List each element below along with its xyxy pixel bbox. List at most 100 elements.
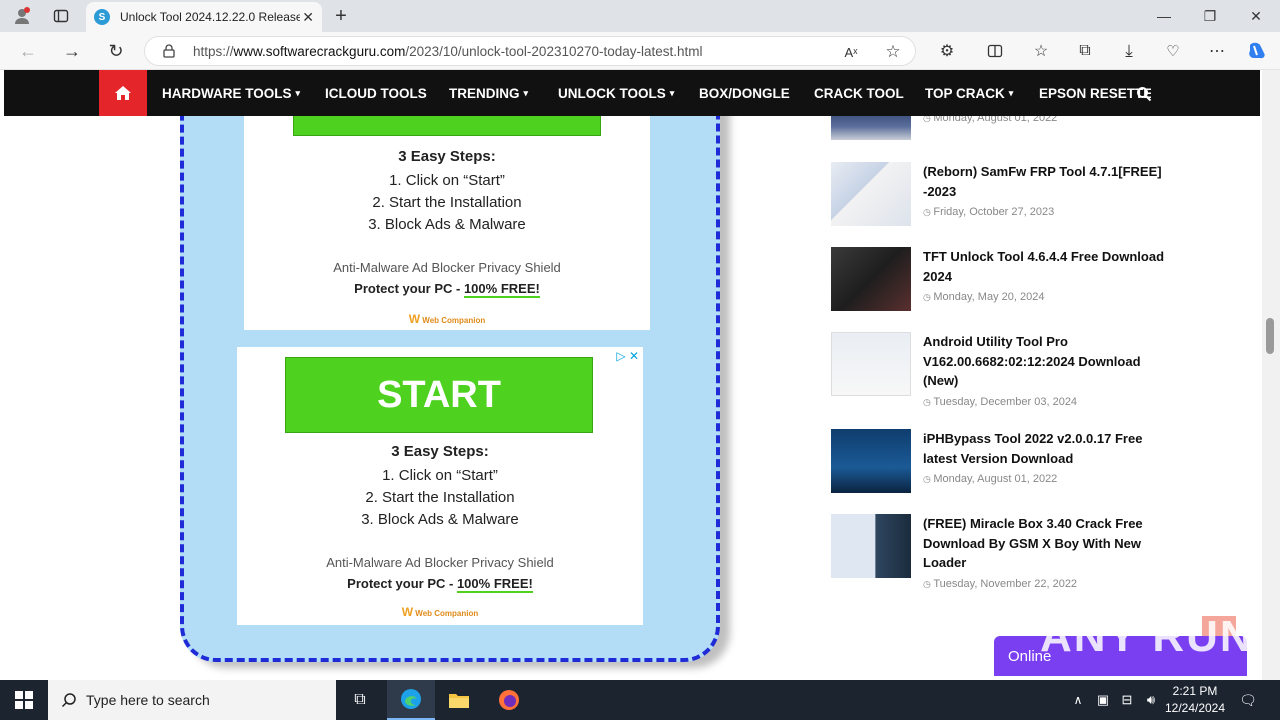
web-companion-logo-icon: W	[401, 605, 414, 619]
site-favicon-icon: S	[94, 9, 110, 25]
nav-icloud-tools[interactable]: ICLOUD TOOLS	[325, 70, 427, 116]
ad-step: 3. Block Ads & Malware	[368, 216, 526, 233]
profile-icon[interactable]	[10, 6, 34, 26]
ad-banner-2[interactable]: ▷ ✕ START 3 Easy Steps: 1. Click on “Sta…	[237, 347, 643, 625]
more-menu-icon[interactable]: ⋯	[1206, 40, 1228, 62]
nav-label: HARDWARE TOOLS	[162, 85, 292, 101]
tab-title: Unlock Tool 2024.12.22.0 Released	[120, 10, 300, 24]
post-date: Monday, May 20, 2024	[923, 291, 1044, 303]
sidebar-post[interactable]: Android Utility Tool Pro V162.00.6682:02…	[831, 332, 1171, 418]
ad-brand: W Web Companion	[237, 605, 643, 619]
post-thumbnail[interactable]	[831, 162, 911, 226]
notifications-icon[interactable]: 🗨︎	[1236, 680, 1260, 720]
chevron-down-icon: ▾	[523, 87, 529, 98]
close-tab-icon[interactable]: ✕	[302, 9, 314, 26]
post-title[interactable]: TFT Unlock Tool 4.6.4.4 Free Download 20…	[923, 247, 1173, 286]
close-window-icon[interactable]: ✕	[1244, 6, 1268, 26]
copilot-icon[interactable]	[1244, 39, 1270, 63]
nav-label: TOP CRACK	[925, 85, 1005, 101]
post-date: Monday, August 01, 2022	[923, 116, 1057, 124]
chevron-down-icon: ▾	[295, 87, 301, 98]
read-aloud-icon[interactable]: A͏ˣ	[841, 42, 861, 62]
anyrun-watermark: ANY RUN	[1040, 612, 1254, 661]
browser-essentials-icon[interactable]: ♡	[1162, 40, 1184, 62]
sidebar-post[interactable]: iPHBypass Tool 2022 v2.0.0.17 Free lates…	[831, 429, 1171, 495]
nav-unlock-tools[interactable]: UNLOCK TOOLS ▾	[558, 70, 674, 116]
sidebar-post[interactable]: TFT Unlock Tool 4.6.4.4 Free Download 20…	[831, 247, 1171, 313]
volume-icon[interactable]: 🔊︎	[1140, 680, 1162, 720]
ad-start-button[interactable]: START	[285, 357, 593, 433]
sidebar-post[interactable]: Monday, August 01, 2022	[831, 116, 1171, 142]
tab-actions-icon[interactable]	[50, 6, 72, 26]
post-thumbnail[interactable]	[831, 429, 911, 493]
taskbar-search-box[interactable]: Type here to search	[48, 680, 336, 720]
ad-start-button[interactable]	[293, 116, 601, 136]
ad-brand: W Web Companion	[244, 312, 650, 326]
forward-icon[interactable]: →	[60, 40, 84, 62]
url-scheme: https://	[193, 43, 234, 59]
search-icon[interactable]	[1134, 84, 1154, 104]
nav-box-dongle[interactable]: BOX/DONGLE	[699, 70, 790, 116]
ad-free-label: 100% FREE!	[456, 576, 533, 593]
show-hidden-icons-icon[interactable]: ∧	[1066, 680, 1090, 720]
ad-brand-label: Web Companion	[415, 609, 479, 618]
nav-trending[interactable]: TRENDING ▾	[449, 70, 528, 116]
web-companion-logo-icon: W	[408, 312, 421, 326]
sidebar-post[interactable]: (Reborn) SamFw FRP Tool 4.7.1[FREE] -202…	[831, 162, 1171, 228]
url-host: www.softwarecrackguru.com	[233, 43, 406, 59]
restore-icon[interactable]: ❐	[1198, 6, 1222, 26]
favorites-icon[interactable]: ☆	[1030, 40, 1052, 62]
ad-choices-icon[interactable]: ▷ ✕	[616, 349, 639, 363]
post-thumbnail[interactable]	[831, 247, 911, 311]
collections-icon[interactable]: ⧉	[1074, 40, 1096, 62]
chevron-down-icon: ▾	[669, 87, 675, 98]
ad-protect-text: Protect your PC - 100% FREE!	[244, 281, 650, 298]
edge-taskbar-icon[interactable]	[387, 680, 435, 720]
post-date: Tuesday, November 22, 2022	[923, 578, 1077, 590]
post-title[interactable]: (Reborn) SamFw FRP Tool 4.7.1[FREE] -202…	[923, 162, 1173, 201]
refresh-icon[interactable]: ↻	[104, 40, 128, 62]
nav-crack-tool[interactable]: CRACK TOOL	[814, 70, 904, 116]
ad-banner-1[interactable]: 3 Easy Steps: 1. Click on “Start” 2. Sta…	[244, 116, 650, 330]
ad-step: 2. Start the Installation	[365, 489, 515, 506]
new-tab-icon[interactable]: +	[330, 5, 352, 27]
url-bar[interactable]: https://www.softwarecrackguru.com/2023/1…	[144, 36, 916, 66]
nav-top-crack[interactable]: TOP CRACK ▾	[925, 70, 1013, 116]
system-clock[interactable]: 2:21 PM 12/24/2024	[1160, 683, 1230, 717]
start-button[interactable]	[0, 680, 48, 720]
firefox-icon[interactable]	[485, 680, 533, 720]
ad-step: 1. Click on “Start”	[382, 467, 498, 484]
ad-container: 3 Easy Steps: 1. Click on “Start” 2. Sta…	[180, 116, 720, 662]
post-thumbnail[interactable]	[831, 332, 911, 396]
tab-active[interactable]: S Unlock Tool 2024.12.22.0 Released ✕	[86, 2, 322, 32]
post-thumbnail[interactable]	[831, 116, 911, 140]
ad-protect-label: Protect your PC -	[354, 281, 464, 296]
lock-icon[interactable]	[161, 43, 177, 59]
search-icon	[60, 691, 78, 709]
home-button[interactable]	[99, 70, 147, 116]
chevron-down-icon: ▾	[1008, 87, 1014, 98]
nav-label: TRENDING	[449, 85, 520, 101]
post-title[interactable]: Android Utility Tool Pro V162.00.6682:02…	[923, 332, 1173, 391]
task-view-icon[interactable]: ⧉	[336, 680, 384, 720]
network-icon[interactable]: ⊟	[1116, 680, 1138, 720]
nav-hardware-tools[interactable]: HARDWARE TOOLS ▾	[162, 70, 300, 116]
ad-step: 1. Click on “Start”	[389, 172, 505, 189]
minimize-icon[interactable]: —	[1152, 6, 1176, 26]
page-scrollbar[interactable]	[1262, 70, 1280, 680]
site-navbar: HARDWARE TOOLS ▾ ICLOUD TOOLS TRENDING ▾ U…	[4, 70, 1260, 116]
post-date: Friday, October 27, 2023	[923, 206, 1054, 218]
sidebar-post[interactable]: (FREE) Miracle Box 3.40 Crack Free Downl…	[831, 514, 1171, 600]
scrollbar-thumb[interactable]	[1266, 318, 1274, 354]
extensions-icon[interactable]: ⚙	[936, 40, 958, 62]
downloads-icon[interactable]: ⤓	[1118, 40, 1140, 62]
post-thumbnail[interactable]	[831, 514, 911, 578]
back-icon[interactable]: ←	[16, 40, 40, 62]
favorite-star-icon[interactable]: ☆	[883, 42, 903, 62]
post-title[interactable]: iPHBypass Tool 2022 v2.0.0.17 Free lates…	[923, 429, 1173, 468]
file-explorer-icon[interactable]	[435, 680, 483, 720]
device-icon[interactable]: ▣	[1092, 680, 1114, 720]
ad-free-label: 100% FREE!	[463, 281, 540, 298]
post-title[interactable]: (FREE) Miracle Box 3.40 Crack Free Downl…	[923, 514, 1173, 573]
split-screen-icon[interactable]	[984, 40, 1006, 62]
